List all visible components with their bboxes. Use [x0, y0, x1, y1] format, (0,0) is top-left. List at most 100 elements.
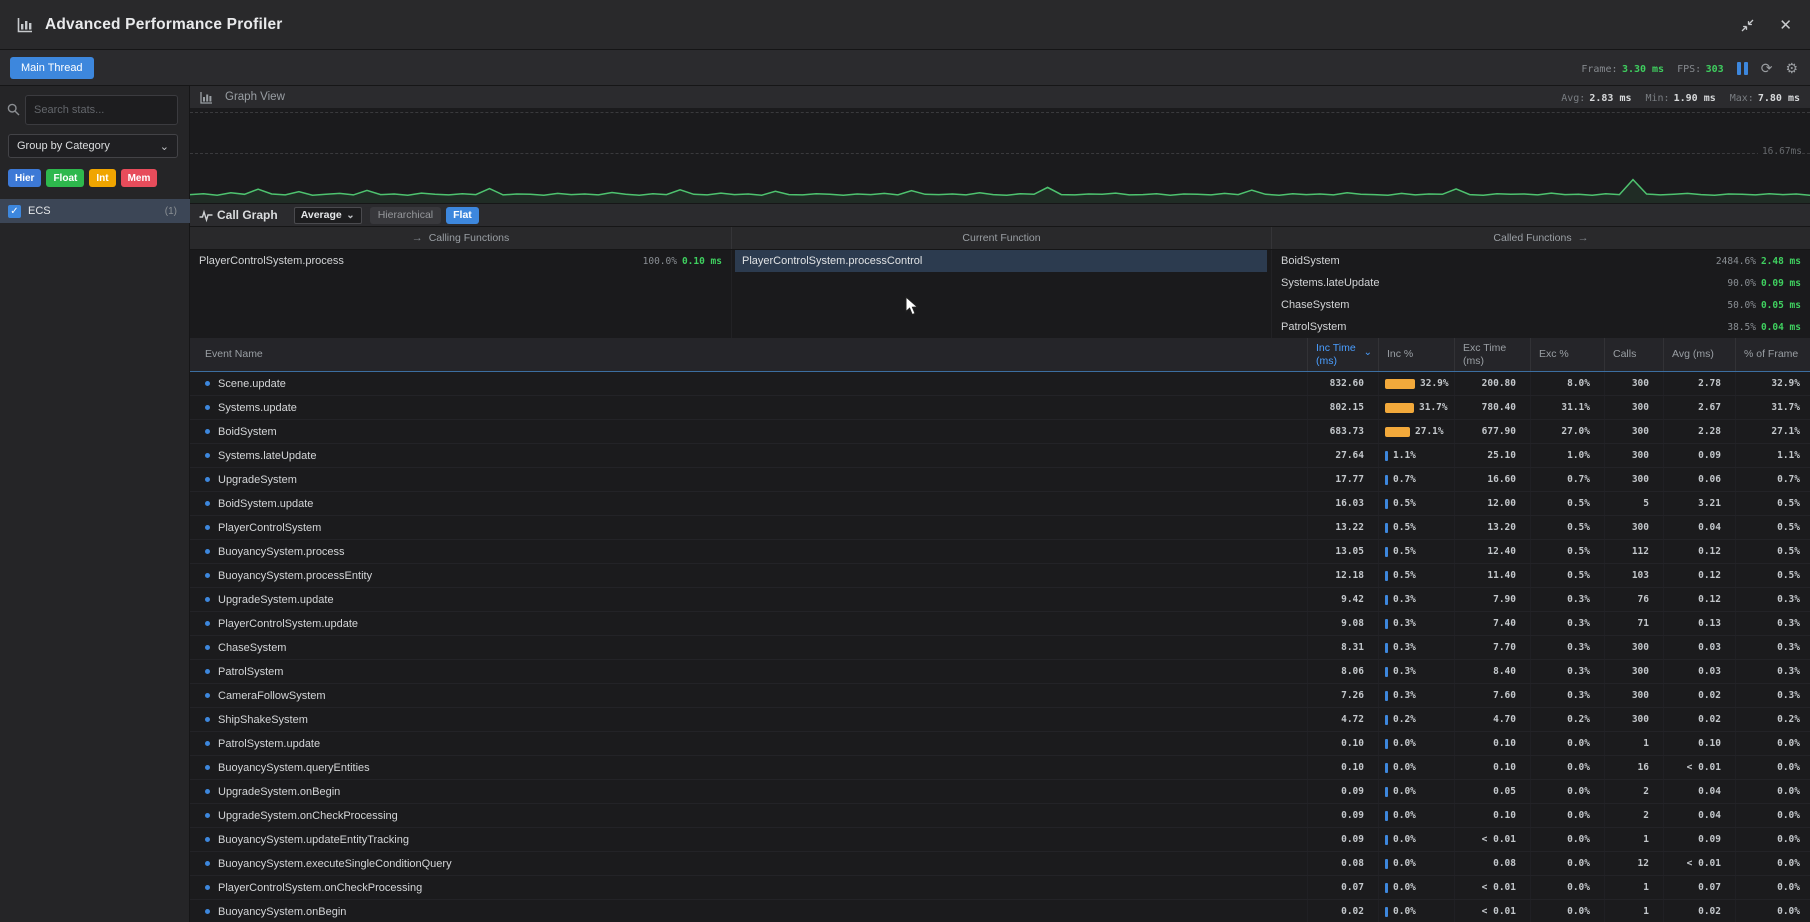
called-function-row[interactable]: ChaseSystem50.0%0.05 ms [1272, 294, 1810, 316]
event-name: BuoyancySystem.processEntity [218, 570, 372, 582]
table-row[interactable]: BuoyancySystem.queryEntities0.100.0%0.10… [190, 756, 1810, 780]
column-header-exc-pct[interactable]: Exc % [1531, 338, 1605, 371]
table-row[interactable]: PatrolSystem.update0.100.0%0.100.0%10.10… [190, 732, 1810, 756]
column-header-calls[interactable]: Calls [1605, 338, 1664, 371]
column-header-inc-pct[interactable]: Inc % [1379, 338, 1455, 371]
fps-value: 303 [1706, 64, 1724, 75]
exc-time-cell: 7.60 [1455, 684, 1531, 707]
close-icon[interactable]: ✕ [1779, 16, 1792, 34]
exc-pct-cell: 0.0% [1531, 732, 1605, 755]
flat-button[interactable]: Flat [446, 207, 479, 224]
table-row[interactable]: PatrolSystem8.060.3%8.400.3%3000.030.3% [190, 660, 1810, 684]
calling-function-row[interactable]: PlayerControlSystem.process100.0%0.10 ms [190, 250, 731, 272]
filter-chip-float[interactable]: Float [46, 169, 84, 187]
tab-main-thread[interactable]: Main Thread [10, 57, 94, 79]
event-name: UpgradeSystem [218, 474, 297, 486]
event-dot-icon [205, 669, 210, 674]
table-row[interactable]: PlayerControlSystem.onCheckProcessing0.0… [190, 876, 1810, 900]
table-row[interactable]: PlayerControlSystem13.220.5%13.200.5%300… [190, 516, 1810, 540]
column-header-event-name[interactable]: Event Name [190, 338, 1308, 371]
sidebar-item-ecs[interactable]: ✓ ECS (1) [0, 199, 190, 223]
time-value: 0.10 ms [682, 256, 722, 267]
called-function-row[interactable]: BoidSystem2484.6%2.48 ms [1272, 250, 1810, 272]
calls-cell: 112 [1605, 540, 1664, 563]
column-header-inc-time[interactable]: Inc Time (ms) ⌄ [1308, 338, 1379, 371]
inc-pct-cell: 0.5% [1379, 564, 1455, 587]
inc-time-cell: 9.08 [1308, 612, 1379, 635]
called-functions-list: BoidSystem2484.6%2.48 msSystems.lateUpda… [1272, 250, 1810, 338]
column-header-exc-time[interactable]: Exc Time (ms) [1455, 338, 1531, 371]
search-input[interactable] [25, 95, 178, 125]
min-label: Min: [1646, 93, 1670, 104]
max-label: Max: [1730, 93, 1754, 104]
inc-pct-value: 32.9% [1420, 378, 1449, 389]
frame-pct-cell: 0.0% [1736, 780, 1810, 803]
table-row[interactable]: BuoyancySystem.executeSingleConditionQue… [190, 852, 1810, 876]
table-row[interactable]: UpgradeSystem17.770.7%16.600.7%3000.060.… [190, 468, 1810, 492]
table-row[interactable]: ShipShakeSystem4.720.2%4.700.2%3000.020.… [190, 708, 1810, 732]
calls-cell: 300 [1605, 444, 1664, 467]
graph-view-icon [200, 91, 213, 104]
frame-pct-cell: 0.3% [1736, 612, 1810, 635]
calls-cell: 300 [1605, 396, 1664, 419]
avg-cell: 0.02 [1664, 708, 1736, 731]
aggregation-select[interactable]: Average ⌄ [294, 207, 362, 224]
table-row[interactable]: Systems.update802.1531.7%780.4031.1%3002… [190, 396, 1810, 420]
table-row[interactable]: Systems.lateUpdate27.641.1%25.101.0%3000… [190, 444, 1810, 468]
table-row[interactable]: UpgradeSystem.update9.420.3%7.900.3%760.… [190, 588, 1810, 612]
avg-cell: 0.07 [1664, 876, 1736, 899]
inc-pct-bar [1385, 859, 1388, 869]
filter-chip-mem[interactable]: Mem [121, 169, 158, 187]
table-row[interactable]: Scene.update832.6032.9%200.808.0%3002.78… [190, 372, 1810, 396]
percent-value: 2484.6% [1716, 256, 1756, 267]
calls-cell: 12 [1605, 852, 1664, 875]
table-row[interactable]: UpgradeSystem.onBegin0.090.0%0.050.0%20.… [190, 780, 1810, 804]
table-row[interactable]: BoidSystem.update16.030.5%12.000.5%53.21… [190, 492, 1810, 516]
filter-chip-hier[interactable]: Hier [8, 169, 41, 187]
table-row[interactable]: CameraFollowSystem7.260.3%7.600.3%3000.0… [190, 684, 1810, 708]
ecs-checkbox[interactable]: ✓ [8, 205, 21, 218]
gear-icon[interactable]: ⚙ [1785, 61, 1798, 75]
called-function-row[interactable]: Systems.lateUpdate90.0%0.09 ms [1272, 272, 1810, 294]
inc-time-cell: 802.15 [1308, 396, 1379, 419]
graph-view-title: Graph View [225, 91, 285, 103]
table-row[interactable]: BuoyancySystem.onBegin0.020.0%< 0.010.0%… [190, 900, 1810, 922]
inc-pct-cell: 0.5% [1379, 516, 1455, 539]
inc-pct-value: 0.3% [1393, 690, 1416, 701]
event-name: Scene.update [218, 378, 286, 390]
exc-time-cell: 0.10 [1455, 756, 1531, 779]
calls-cell: 300 [1605, 636, 1664, 659]
time-value: 0.04 ms [1761, 322, 1801, 333]
column-header-avg[interactable]: Avg (ms) [1664, 338, 1736, 371]
profiler-window: { "window": { "title": "Advanced Perform… [0, 0, 1810, 922]
inc-pct-cell: 0.2% [1379, 708, 1455, 731]
calls-cell: 71 [1605, 612, 1664, 635]
calls-cell: 300 [1605, 516, 1664, 539]
column-header-frame[interactable]: % of Frame [1736, 338, 1810, 371]
event-name-cell: Systems.lateUpdate [190, 444, 1308, 467]
group-by-select[interactable]: Group by Category ⌄ [8, 134, 178, 158]
percent-value: 50.0% [1727, 300, 1756, 311]
inc-time-cell: 0.09 [1308, 804, 1379, 827]
collapse-icon[interactable] [1740, 18, 1755, 33]
frame-pct-cell: 0.5% [1736, 492, 1810, 515]
table-row[interactable]: BuoyancySystem.updateEntityTracking0.090… [190, 828, 1810, 852]
window-title: Advanced Performance Profiler [45, 16, 283, 34]
event-dot-icon [205, 741, 210, 746]
table-row[interactable]: ChaseSystem8.310.3%7.700.3%3000.030.3% [190, 636, 1810, 660]
refresh-icon[interactable]: ⟳ [1761, 61, 1773, 75]
current-function-cell[interactable]: PlayerControlSystem.processControl [735, 250, 1267, 272]
frame-time-graph[interactable]: 16.67ms [190, 108, 1810, 203]
table-row[interactable]: BoidSystem683.7327.1%677.9027.0%3002.282… [190, 420, 1810, 444]
table-row[interactable]: BuoyancySystem.process13.050.5%12.400.5%… [190, 540, 1810, 564]
table-row[interactable]: UpgradeSystem.onCheckProcessing0.090.0%0… [190, 804, 1810, 828]
filter-chip-int[interactable]: Int [89, 169, 115, 187]
hierarchical-button[interactable]: Hierarchical [370, 207, 441, 224]
frame-time-sparkline [190, 108, 1810, 203]
called-function-row[interactable]: PatrolSystem38.5%0.04 ms [1272, 316, 1810, 338]
gridline-16ms [190, 153, 1810, 154]
table-row[interactable]: PlayerControlSystem.update9.080.3%7.400.… [190, 612, 1810, 636]
event-name-cell: BuoyancySystem.processEntity [190, 564, 1308, 587]
table-row[interactable]: BuoyancySystem.processEntity12.180.5%11.… [190, 564, 1810, 588]
pause-icon[interactable] [1737, 62, 1748, 75]
